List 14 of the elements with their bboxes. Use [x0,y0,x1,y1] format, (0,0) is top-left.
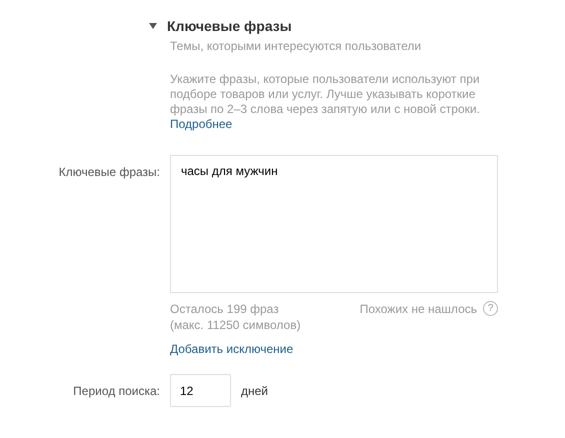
section-title: Ключевые фразы [167,18,292,34]
add-exclusion-link[interactable]: Добавить исключение [170,342,294,356]
section-subtitle: Темы, которыми интересуются пользователи [170,39,422,53]
similar-text: Похожих не нашлось [360,301,477,317]
unit-text: дней [241,384,268,398]
triangle-icon[interactable] [149,23,157,29]
period-field[interactable]: 12 [170,374,231,407]
field-label: Период поиска: [72,383,160,400]
remaining-text: Осталось 199 фраз [170,301,280,317]
hint-text: Укажите фразы, которые пользователи используют при подборе товаров или услуг. Лучше указывать короткие фразы по 2–3 слова через запятую или с новой строки. Подробнее [170,72,481,132]
max-text: (макс. 11250 символов) [170,317,301,333]
more-link[interactable]: Подробнее [170,117,232,131]
keywords-field[interactable]: часы для мужчин [170,155,498,293]
field-label: Ключевые фразы: [58,164,160,181]
